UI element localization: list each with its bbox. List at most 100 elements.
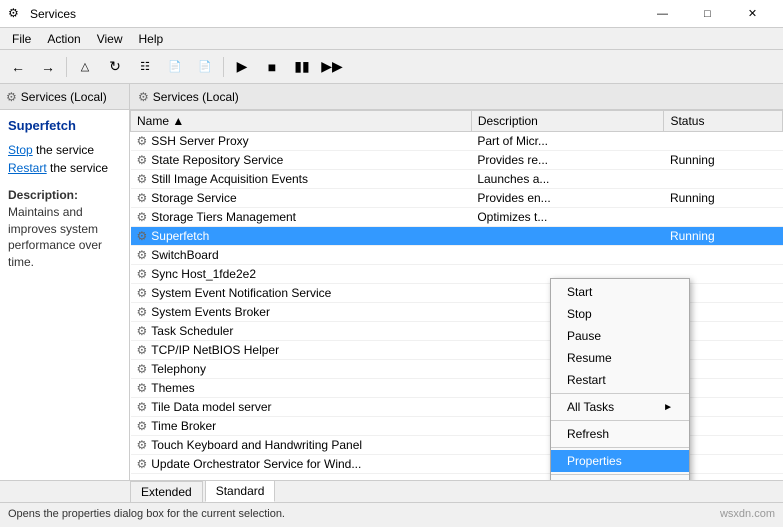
stop-service-link[interactable]: Stop — [8, 143, 33, 157]
context-menu-item-pause[interactable]: Pause — [551, 325, 689, 347]
service-desc-cell: Part of Micr... — [471, 132, 664, 151]
tab-extended[interactable]: Extended — [130, 481, 203, 502]
tab-standard[interactable]: Standard — [205, 480, 276, 502]
service-name-cell: ⚙Still Image Acquisition Events — [131, 170, 472, 189]
table-row[interactable]: ⚙Storage Tiers ManagementOptimizes t... — [131, 208, 783, 227]
app-icon: ⚙ — [8, 6, 24, 22]
service-status-cell — [664, 132, 783, 151]
table-row[interactable]: ⚙Storage ServiceProvides en...Running — [131, 189, 783, 208]
context-menu-item-help[interactable]: Help — [551, 477, 689, 480]
service-name-cell: ⚙Time Broker — [131, 417, 472, 436]
close-button[interactable]: ✕ — [730, 0, 775, 28]
status-bar: Opens the properties dialog box for the … — [0, 502, 783, 524]
status-text: Opens the properties dialog box for the … — [8, 508, 285, 520]
context-menu-item-all-tasks[interactable]: All Tasks► — [551, 396, 689, 418]
left-panel-icon: ⚙ — [6, 90, 17, 104]
service-status-cell: Running — [664, 151, 783, 170]
right-panel-title-text: Services (Local) — [153, 90, 239, 104]
service-status-cell — [664, 170, 783, 189]
service-name-cell: ⚙System Events Broker — [131, 303, 472, 322]
service-desc-cell — [471, 227, 664, 246]
service-name-cell: ⚙Themes — [131, 379, 472, 398]
panel-restart-action: Restart the service — [8, 161, 121, 175]
service-name-cell: ⚙SwitchBoard — [131, 246, 472, 265]
context-menu-item-stop[interactable]: Stop — [551, 303, 689, 325]
toolbar-sep-2 — [223, 57, 224, 77]
toolbar-play[interactable]: ▶ — [228, 53, 256, 81]
menu-file[interactable]: File — [4, 30, 39, 48]
toolbar-doc[interactable]: 📄 — [161, 53, 189, 81]
toolbar-forward[interactable]: → — [34, 53, 62, 81]
service-name-cell: ⚙Touch Keyboard and Handwriting Panel — [131, 436, 472, 455]
left-panel-header: ⚙ Services (Local) — [0, 84, 130, 109]
service-status-cell: Running — [664, 189, 783, 208]
service-status-cell — [664, 208, 783, 227]
service-name-cell: ⚙Sync Host_1fde2e2 — [131, 265, 472, 284]
context-menu-item-start[interactable]: Start — [551, 281, 689, 303]
service-name-cell: ⚙Storage Tiers Management — [131, 208, 472, 227]
menu-help[interactable]: Help — [131, 30, 172, 48]
context-menu: StartStopPauseResumeRestart All Tasks► Ref… — [550, 278, 690, 480]
service-desc-cell: Launches a... — [471, 170, 664, 189]
table-header: Name ▲ Description Status — [131, 111, 783, 132]
watermark: wsxdn.com — [720, 508, 775, 520]
menu-view[interactable]: View — [89, 30, 131, 48]
service-name-cell: ⚙Update Orchestrator Service for Wind... — [131, 455, 472, 474]
service-name-cell: ⚙SSH Server Proxy — [131, 132, 472, 151]
description-heading: Description: — [8, 188, 78, 202]
toolbar-restart[interactable]: ▶▶ — [318, 53, 346, 81]
table-row[interactable]: ⚙SwitchBoard — [131, 246, 783, 265]
service-status-cell — [664, 246, 783, 265]
toolbar-stop[interactable]: ■ — [258, 53, 286, 81]
service-name-cell: ⚙Storage Service — [131, 189, 472, 208]
table-row[interactable]: ⚙SuperfetchRunning — [131, 227, 783, 246]
toolbar-props[interactable]: 📄 — [191, 53, 219, 81]
context-menu-separator — [551, 420, 689, 421]
service-name-cell: ⚙Telephony — [131, 360, 472, 379]
col-name[interactable]: Name ▲ — [131, 111, 472, 132]
service-name-cell: ⚙TCP/IP NetBIOS Helper — [131, 341, 472, 360]
menu-bar: File Action View Help — [0, 28, 783, 50]
main-container: Superfetch Stop the service Restart the … — [0, 110, 783, 480]
right-panel-header: ⚙ Services (Local) — [130, 84, 783, 109]
service-desc-cell: Provides en... — [471, 189, 664, 208]
minimize-button[interactable]: — — [640, 0, 685, 28]
toolbar-map[interactable]: ☷ — [131, 53, 159, 81]
context-menu-item-refresh[interactable]: Refresh — [551, 423, 689, 445]
toolbar-back[interactable]: ← — [4, 53, 32, 81]
service-name-cell: ⚙State Repository Service — [131, 151, 472, 170]
bottom-tabs: Extended Standard — [0, 480, 783, 502]
toolbar-sep-1 — [66, 57, 67, 77]
table-row[interactable]: ⚙State Repository ServiceProvides re...R… — [131, 151, 783, 170]
table-row[interactable]: ⚙SSH Server ProxyPart of Micr... — [131, 132, 783, 151]
maximize-button[interactable]: □ — [685, 0, 730, 28]
restart-service-link[interactable]: Restart — [8, 161, 47, 175]
service-desc-cell: Optimizes t... — [471, 208, 664, 227]
description-text: Maintains and improves system performanc… — [8, 205, 102, 269]
restart-service-text: the service — [47, 161, 108, 175]
title-bar: ⚙ Services — □ ✕ — [0, 0, 783, 28]
right-panel-icon: ⚙ — [138, 90, 149, 104]
service-name-cell: ⚙Task Scheduler — [131, 322, 472, 341]
top-panel-bar: ⚙ Services (Local) ⚙ Services (Local) — [0, 84, 783, 110]
table-row[interactable]: ⚙Still Image Acquisition EventsLaunches … — [131, 170, 783, 189]
stop-service-text: the service — [33, 143, 94, 157]
panel-service-name: Superfetch — [8, 118, 121, 133]
toolbar-refresh[interactable]: ↻ — [101, 53, 129, 81]
context-menu-item-properties[interactable]: Properties — [551, 450, 689, 472]
service-name-cell: ⚙Tile Data model server — [131, 398, 472, 417]
context-menu-separator — [551, 447, 689, 448]
service-desc-cell — [471, 246, 664, 265]
context-menu-separator — [551, 474, 689, 475]
toolbar-pause[interactable]: ▮▮ — [288, 53, 316, 81]
service-status-cell: Running — [664, 227, 783, 246]
toolbar-up[interactable]: △ — [71, 53, 99, 81]
panel-actions: Stop the service — [8, 143, 121, 157]
col-description[interactable]: Description — [471, 111, 664, 132]
col-status[interactable]: Status — [664, 111, 783, 132]
service-name-cell: ⚙System Event Notification Service — [131, 284, 472, 303]
left-panel: Superfetch Stop the service Restart the … — [0, 110, 130, 480]
menu-action[interactable]: Action — [39, 30, 88, 48]
context-menu-item-resume[interactable]: Resume — [551, 347, 689, 369]
context-menu-item-restart[interactable]: Restart — [551, 369, 689, 391]
